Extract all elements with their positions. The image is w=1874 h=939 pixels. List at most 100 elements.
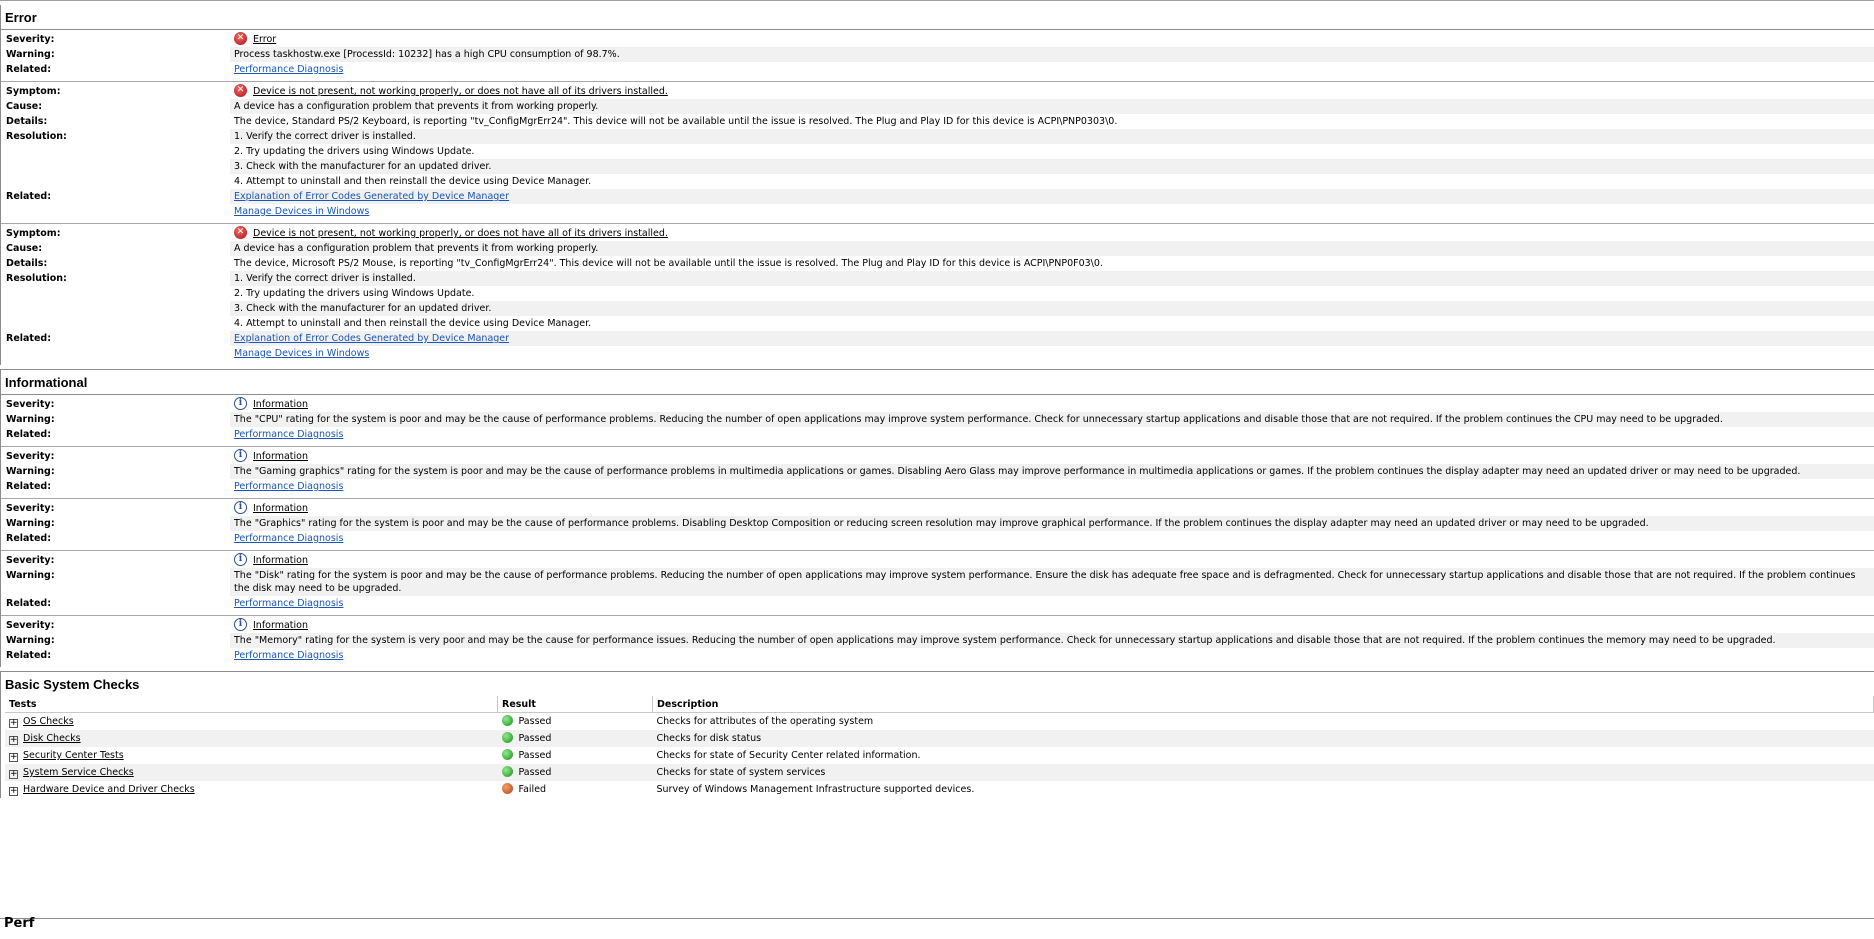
row-label: Related: (6, 481, 52, 492)
checks-header-row: Tests Result Description (5, 696, 1874, 713)
error-blocks: Severity: Error Warning: Process taskhostw.… (1, 30, 1874, 365)
check-row-security-center-tests: + Security Center Tests Passed Checks for s… (5, 747, 1874, 764)
info-block: Severity: Information Warning: The "Graphic… (1, 499, 1874, 551)
row-value: 1. Verify the correct driver is installe… (230, 271, 1874, 286)
column-header-result[interactable]: Result (497, 696, 653, 713)
warning-text: The "Gaming graphics" rating for the sys… (234, 466, 1801, 477)
related-link[interactable]: Performance Diagnosis (234, 598, 343, 609)
status-failed-icon (501, 783, 513, 794)
related-link[interactable]: Explanation of Error Codes Generated by … (234, 191, 509, 202)
detail-row: Cause: A device has a configuration probl… (1, 99, 1874, 114)
row-value: Information (230, 501, 1874, 516)
related-link[interactable]: Performance Diagnosis (234, 64, 343, 75)
symptom-link[interactable]: Device is not present, not working prope… (253, 228, 668, 239)
row-value: 4. Attempt to uninstall and then reinsta… (230, 316, 1874, 331)
value-text: The device, Microsoft PS/2 Mouse, is rep… (234, 258, 1103, 269)
expand-icon[interactable]: + (9, 770, 18, 779)
row-value: The "Gaming graphics" rating for the sys… (230, 464, 1874, 479)
row-label: Warning: (6, 414, 55, 425)
row-label: Related: (6, 64, 52, 75)
status-passed-icon (501, 766, 513, 777)
test-link[interactable]: Hardware Device and Driver Checks (23, 784, 195, 795)
info-icon (234, 449, 247, 462)
row-value: The "Memory" rating for the system is ve… (230, 633, 1874, 648)
checks-table: Tests Result Description + OS Checks Passe… (5, 696, 1874, 798)
row-value: Performance Diagnosis (230, 531, 1874, 546)
severity-link-information[interactable]: Information (253, 555, 308, 566)
expand-icon[interactable]: + (9, 736, 18, 745)
expand-icon[interactable]: + (9, 787, 18, 796)
basic-checks-section: Basic System Checks Tests Result Descrip… (0, 671, 1874, 798)
row-label: Symptom: (6, 228, 61, 239)
row-label (1, 174, 230, 189)
severity-link-information[interactable]: Information (253, 620, 308, 631)
error-block: Symptom: Device is not present, not worki… (1, 224, 1874, 365)
related-link[interactable]: Performance Diagnosis (234, 429, 343, 440)
row-label: Resolution: (6, 131, 67, 142)
row-label: Related: (6, 333, 52, 344)
severity-link-information[interactable]: Information (253, 503, 308, 514)
row-value: Device is not present, not working prope… (230, 84, 1874, 99)
detail-row: Warning: The "Memory" rating for the syst… (1, 633, 1874, 648)
expand-icon[interactable]: + (9, 719, 18, 728)
symptom-link[interactable]: Device is not present, not working prope… (253, 86, 668, 97)
severity-link-information[interactable]: Information (253, 451, 308, 462)
related-link[interactable]: Performance Diagnosis (234, 533, 343, 544)
test-link[interactable]: Security Center Tests (23, 750, 124, 761)
related-link[interactable]: Performance Diagnosis (234, 481, 343, 492)
detail-row: Severity: Information (1, 618, 1874, 633)
check-row-system-service-checks: + System Service Checks Passed Checks for s… (5, 764, 1874, 781)
related-link[interactable]: Manage Devices in Windows (234, 206, 369, 217)
informational-section: Informational Severity: Information Warnin… (0, 369, 1874, 667)
value-text: 4. Attempt to uninstall and then reinsta… (234, 176, 592, 187)
row-label (1, 301, 230, 316)
column-header-tests[interactable]: Tests (5, 696, 498, 713)
detail-row: Related: Performance Diagnosis (1, 62, 1874, 77)
checks-body: + OS Checks Passed Checks for attributes of… (5, 713, 1874, 799)
row-value: Performance Diagnosis (230, 427, 1874, 442)
detail-row: Related: Performance Diagnosis (1, 479, 1874, 494)
detail-row: Related: Explanation of Error Codes Gener… (1, 189, 1874, 204)
test-link[interactable]: OS Checks (23, 716, 74, 727)
test-link[interactable]: Disk Checks (23, 733, 81, 744)
detail-row: Severity: Information (1, 501, 1874, 516)
expand-icon[interactable]: + (9, 753, 18, 762)
severity-link-error[interactable]: Error (253, 34, 276, 45)
row-label: Details: (6, 258, 48, 269)
description-cell: Survey of Windows Management Infrastruct… (656, 784, 975, 795)
related-link[interactable]: Performance Diagnosis (234, 650, 343, 661)
severity-link-information[interactable]: Information (253, 399, 308, 410)
result-cell: Failed (498, 781, 653, 798)
value-text: 1. Verify the correct driver is installe… (234, 131, 416, 142)
related-link[interactable]: Explanation of Error Codes Generated by … (234, 333, 509, 344)
warning-text: The "CPU" rating for the system is poor … (234, 414, 1723, 425)
row-label: Warning: (6, 570, 55, 581)
row-label: Resolution: (6, 273, 67, 284)
status-passed-icon (501, 749, 513, 760)
row-value: Explanation of Error Codes Generated by … (230, 331, 1874, 346)
related-link[interactable]: Manage Devices in Windows (234, 348, 369, 359)
info-block: Severity: Information Warning: The "CPU" ra… (1, 395, 1874, 447)
test-link[interactable]: System Service Checks (23, 767, 134, 778)
status-passed-icon (501, 732, 513, 743)
error-icon (234, 32, 247, 45)
column-header-description[interactable]: Description (652, 696, 1874, 713)
row-label: Severity: (6, 620, 55, 631)
row-value: Explanation of Error Codes Generated by … (230, 189, 1874, 204)
detail-row: Warning: The "CPU" rating for the system … (1, 412, 1874, 427)
detail-row: Details: The device, Microsoft PS/2 Mouse… (1, 256, 1874, 271)
detail-row: Severity: Information (1, 449, 1874, 464)
row-value: 3. Check with the manufacturer for an up… (230, 301, 1874, 316)
description-cell: Checks for state of system services (652, 764, 1874, 781)
row-value: The "Disk" rating for the system is poor… (230, 568, 1874, 596)
row-label: Severity: (6, 451, 55, 462)
row-value: Manage Devices in Windows (230, 346, 1874, 361)
row-label: Warning: (6, 635, 55, 646)
test-cell: + Disk Checks (5, 730, 498, 747)
checks-table-wrap: Tests Result Description + OS Checks Passe… (1, 696, 1874, 798)
value-text: The device, Standard PS/2 Keyboard, is r… (234, 116, 1118, 127)
test-cell: + Hardware Device and Driver Checks (5, 781, 498, 798)
detail-row: Related: Performance Diagnosis (1, 427, 1874, 442)
row-label: Severity: (6, 555, 55, 566)
description-cell: Checks for state of Security Center rela… (656, 750, 921, 761)
